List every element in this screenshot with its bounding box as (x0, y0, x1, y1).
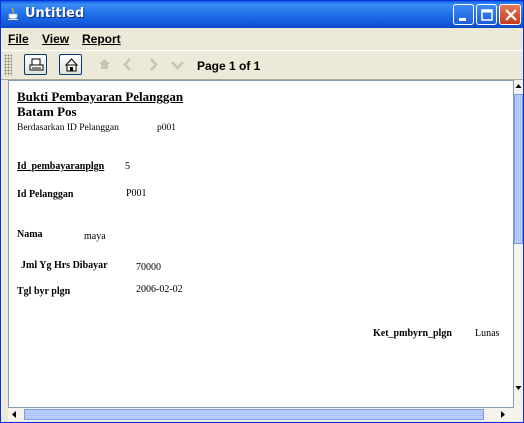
menu-bar: File View Report (1, 29, 523, 48)
maximize-button[interactable] (476, 4, 497, 25)
first-page-icon (99, 59, 110, 69)
first-page-button[interactable] (93, 54, 116, 75)
id-pembayaran-label: Id_pembayaranplgn (17, 161, 105, 172)
scroll-right-icon[interactable] (496, 408, 509, 421)
maximize-icon (481, 9, 493, 21)
menu-report[interactable]: Report (82, 32, 121, 46)
scroll-up-icon[interactable] (514, 80, 523, 93)
report-subtitle: Batam Pos (17, 104, 77, 119)
vertical-scroll-thumb[interactable] (514, 94, 523, 244)
filter-value: p001 (157, 123, 176, 133)
minimize-button[interactable] (453, 4, 474, 25)
menu-view-mnemonic: View (42, 32, 70, 46)
ket-value: Lunas (475, 328, 500, 339)
vertical-scrollbar[interactable] (514, 80, 523, 408)
previous-page-button[interactable] (117, 54, 140, 75)
toolbar: Page 1 of 1 (1, 50, 523, 80)
report-title: Bukti Pembayaran Pelanggan (17, 89, 184, 104)
nama-label: Nama (17, 229, 43, 240)
title-bar[interactable]: Untitled (1, 1, 523, 28)
close-button[interactable] (499, 4, 521, 25)
report-viewer-window: Untitled File View Report Page 1 of 1 Bu… (0, 0, 524, 423)
menu-report-mnemonic: Report (82, 32, 121, 46)
horizontal-scroll-thumb[interactable] (24, 409, 484, 420)
last-page-button[interactable] (166, 54, 189, 75)
horizontal-scrollbar[interactable] (8, 408, 523, 421)
jml-value: 70000 (136, 262, 161, 273)
menu-view[interactable]: View (42, 32, 69, 46)
report-page: Bukti Pembayaran Pelanggan Batam Pos Ber… (8, 80, 514, 408)
next-page-button[interactable] (142, 54, 165, 75)
window-title: Untitled (25, 6, 85, 21)
page-indicator: Page 1 of 1 (197, 59, 261, 73)
export-button[interactable] (59, 54, 82, 75)
ket-label: Ket_pmbyrn_plgn (373, 328, 452, 339)
java-cup-icon (8, 7, 18, 20)
toolbar-grip[interactable] (4, 54, 12, 76)
menu-file[interactable]: File (8, 32, 29, 46)
printer-icon (29, 58, 44, 71)
export-icon (64, 58, 79, 72)
close-icon (505, 9, 517, 21)
last-page-icon (171, 61, 184, 70)
scroll-down-icon[interactable] (514, 381, 523, 394)
id-pembayaran-value: 5 (125, 161, 130, 172)
print-button[interactable] (24, 54, 47, 75)
jml-label: Jml Yg Hrs Dibayar (21, 260, 108, 271)
previous-page-icon (123, 58, 131, 71)
id-pelanggan-value: P001 (126, 188, 147, 199)
nama-value: maya (84, 231, 106, 242)
minimize-icon (459, 18, 466, 21)
scroll-left-icon[interactable] (8, 408, 21, 421)
filter-label: Berdasarkan ID Pelanggan (17, 123, 119, 133)
next-page-icon (150, 58, 158, 71)
menu-file-mnemonic: File (8, 32, 29, 46)
tgl-value: 2006-02-02 (136, 284, 183, 295)
tgl-label: Tgl byr plgn (17, 286, 71, 297)
id-pelanggan-label: Id Pelanggan (17, 189, 74, 200)
